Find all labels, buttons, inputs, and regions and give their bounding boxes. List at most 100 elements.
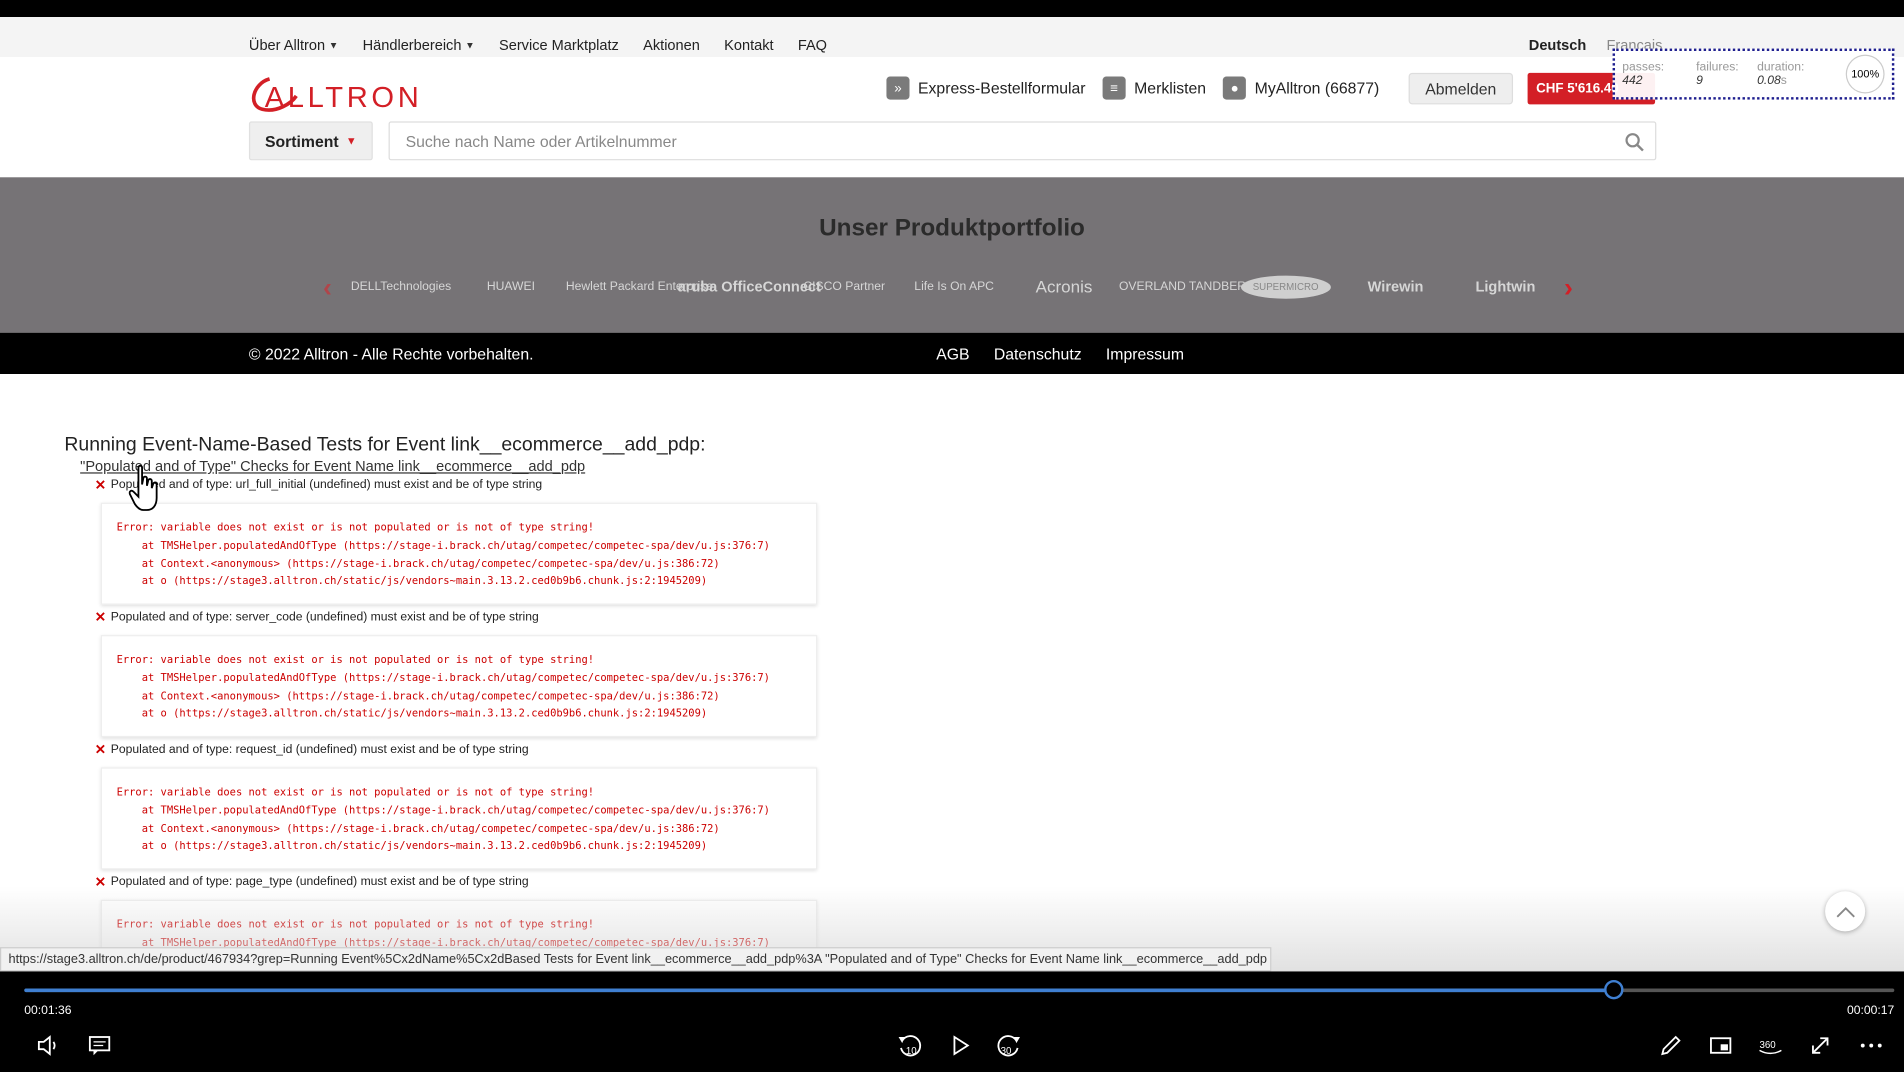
double-chevron-icon: » xyxy=(886,76,910,100)
failures-count: 9 xyxy=(1696,74,1703,88)
footer-link[interactable]: AGB xyxy=(936,345,969,363)
test-title-text: Populated and of type: server_code (unde… xyxy=(110,610,539,625)
fail-icon: ✕ xyxy=(94,478,106,494)
fail-icon: ✕ xyxy=(94,610,106,626)
brand-logo[interactable]: CISCO Partner xyxy=(789,280,899,293)
sortiment-label: Sortiment xyxy=(264,131,339,150)
brand-logo-text: SUPERMICRO xyxy=(1240,275,1331,299)
player-controls: 00:01:36 00:00:17 10 30 360 xyxy=(0,971,1904,1072)
express-order-link[interactable]: » Express-Bestellformular xyxy=(886,76,1086,100)
topnav-item[interactable]: FAQ xyxy=(798,36,827,53)
topnav-item[interactable]: Händlerbereich ▼ xyxy=(363,36,475,53)
footer-link[interactable]: Impressum xyxy=(1106,345,1184,363)
topnav-item-label: Kontakt xyxy=(724,36,774,54)
test-title-text: Populated and of type: url_full_initial … xyxy=(110,478,543,492)
brand-logo[interactable]: SUPERMICRO xyxy=(1231,275,1341,299)
footer-link[interactable]: Datenschutz xyxy=(994,345,1082,363)
topnav-item-label: Aktionen xyxy=(643,36,700,54)
error-stack: Error: variable does not exist or is not… xyxy=(100,502,818,605)
sortiment-dropdown[interactable]: Sortiment ▼ xyxy=(248,121,373,161)
carousel-next-icon[interactable]: › xyxy=(1564,272,1573,304)
search-bar xyxy=(388,121,1657,161)
test-title[interactable]: ✕ Populated and of type: request_id (unde… xyxy=(95,742,818,758)
brand-logo-text: HUAWEI xyxy=(486,279,535,294)
topnav-item[interactable]: Service Marktplatz xyxy=(499,36,619,53)
test-title[interactable]: ✕ Populated and of type: server_code (und… xyxy=(95,610,818,626)
seek-handle[interactable] xyxy=(1604,979,1624,1000)
chevron-down-icon: ▼ xyxy=(465,39,475,51)
brand-logo-text: Acronis xyxy=(1035,276,1093,297)
svg-text:360: 360 xyxy=(1760,1040,1777,1051)
carousel-prev-icon[interactable]: ‹ xyxy=(323,272,332,304)
topnav-item-label: Service Marktplatz xyxy=(499,36,619,54)
search-input[interactable] xyxy=(389,122,1592,160)
product-portfolio: Unser Produktportfolio ‹ DELLTechnologie… xyxy=(0,177,1904,333)
brand-logo[interactable]: Hewlett Packard Enterprise xyxy=(566,280,713,293)
svg-text:10: 10 xyxy=(906,1046,917,1057)
test-item: ✕ Populated and of type: server_code (und… xyxy=(95,610,818,738)
wishlists-link[interactable]: ≡ Merklisten xyxy=(1102,76,1207,100)
brand-logo[interactable]: OVERLAND TANDBERG xyxy=(1119,280,1256,293)
status-url: https://stage3.alltron.ch/de/product/467… xyxy=(0,947,1272,972)
fail-icon: ✕ xyxy=(94,743,106,758)
passes-stat[interactable]: passes: 442 xyxy=(1622,61,1687,88)
search-icon[interactable] xyxy=(1625,132,1644,152)
brand-logo-text: Lightwin xyxy=(1475,278,1536,296)
remaining-time: 00:00:17 xyxy=(1847,1004,1895,1018)
logout-button[interactable]: Abmelden xyxy=(1408,72,1514,105)
video-frame: Über Alltron ▼ Händlerbereich ▼ Service Mark… xyxy=(0,17,1904,1072)
site-footer: © 2022 Alltron - Alle Rechte vorbehalten… xyxy=(0,332,1904,375)
copyright: © 2022 Alltron - Alle Rechte vorbehalten… xyxy=(248,344,534,364)
scroll-top-button[interactable] xyxy=(1825,891,1866,932)
current-time: 00:01:36 xyxy=(24,1004,72,1018)
chevron-down-icon: ▼ xyxy=(328,39,339,51)
brand-logo-text: Life Is On APC xyxy=(914,279,994,294)
user-icon: ● xyxy=(1223,76,1247,100)
topnav-item[interactable]: Kontakt xyxy=(724,36,773,53)
failures-stat[interactable]: failures: 9 xyxy=(1696,61,1749,88)
suite-title[interactable]: Running Event-Name-Based Tests for Event… xyxy=(64,435,705,457)
brand-logo[interactable]: HUAWEI xyxy=(456,280,566,293)
topnav-item-label: FAQ xyxy=(797,36,828,54)
myalltron-link[interactable]: ● MyAlltron (66877) xyxy=(1223,76,1380,100)
test-item: ✕ Populated and of type: request_id (unde… xyxy=(95,742,818,870)
topnav-item-label: Händlerbereich xyxy=(362,36,462,54)
clipboard-icon: ≡ xyxy=(1102,76,1126,100)
topnav-item[interactable]: Über Alltron ▼ xyxy=(249,36,338,53)
brand-logo[interactable]: Life Is On APC xyxy=(899,280,1009,293)
language-de[interactable]: Deutsch xyxy=(1529,36,1586,53)
myalltron-label: MyAlltron (66877) xyxy=(1254,78,1380,98)
seek-bar[interactable] xyxy=(24,979,1895,1000)
portfolio-title: Unser Produktportfolio xyxy=(819,214,1085,242)
brand-logo[interactable]: Wirewin xyxy=(1341,278,1451,295)
passes-count: 442 xyxy=(1622,74,1643,88)
test-title-text: Populated and of type: request_id (undef… xyxy=(110,743,529,757)
brand-carousel: DELLTechnologies HUAWEI Hewlett Packard En… xyxy=(346,268,1560,304)
error-stack: Error: variable does not exist or is not… xyxy=(100,635,818,738)
brand-logo[interactable]: DELLTechnologies xyxy=(346,280,456,293)
error-stack: Error: variable does not exist or is not… xyxy=(100,767,818,870)
chevron-down-icon: ▼ xyxy=(345,134,357,147)
progress-circle: 100% xyxy=(1845,54,1885,94)
footer-links: AGB Datenschutz Impressum xyxy=(936,345,1184,363)
brand-logo[interactable]: Lightwin xyxy=(1450,278,1560,295)
duration-value: 0.08 xyxy=(1757,74,1781,88)
brand-logo-text: CISCO Partner xyxy=(803,279,886,294)
seek-bar-played xyxy=(24,988,1614,993)
logo-text: ALLTRON xyxy=(265,82,423,113)
brand-logo-text: DELLTechnologies xyxy=(350,279,452,294)
alltron-logo[interactable]: ALLTRON xyxy=(248,69,454,113)
test-title[interactable]: ✕ Populated and of type: url_full_initial… xyxy=(95,477,818,493)
hand-cursor-icon xyxy=(128,464,158,511)
topnav-item-label: Über Alltron xyxy=(248,36,326,54)
duration-stat: duration: 0.08s xyxy=(1757,60,1805,88)
svg-text:30: 30 xyxy=(1001,1046,1012,1057)
topnav-item[interactable]: Aktionen xyxy=(643,36,700,53)
header-links: » Express-Bestellformular ≡ Merklisten ●… xyxy=(886,76,1380,100)
brand-logo-text: Wirewin xyxy=(1367,278,1424,296)
brand-logo[interactable]: Acronis xyxy=(1009,277,1119,296)
test-item: ✕ Populated and of type: url_full_initial… xyxy=(95,477,818,605)
test-stats-panel: passes: 442 failures: 9 duration: 0.08s … xyxy=(1612,48,1895,100)
wishlists-label: Merklisten xyxy=(1134,78,1207,98)
brand-logo[interactable]: aruba OfficeConnect xyxy=(678,278,821,295)
